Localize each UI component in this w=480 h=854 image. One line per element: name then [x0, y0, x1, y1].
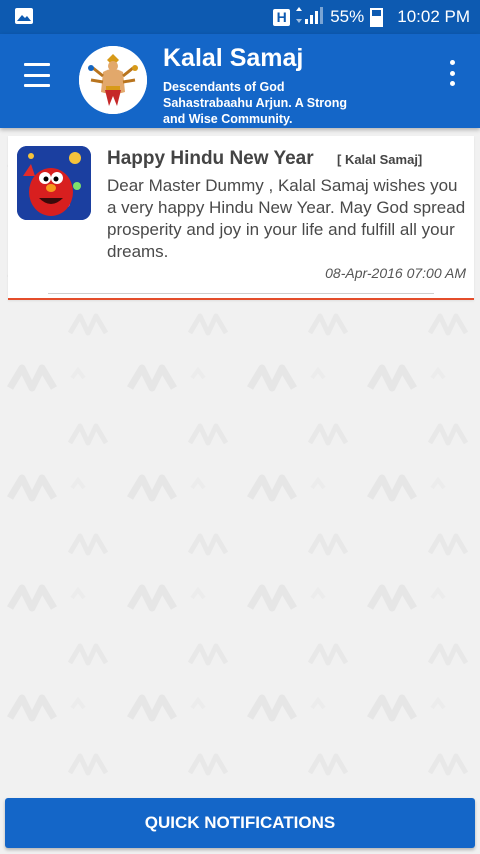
notification-date: 08-Apr-2016 07:00 AM	[325, 265, 466, 281]
battery-icon	[370, 7, 384, 27]
overflow-menu-icon[interactable]	[446, 58, 458, 88]
notification-thumbnail	[17, 146, 91, 220]
status-bar: H 55% 10:02 PM	[0, 0, 480, 34]
status-icons: H 55% 10:02 PM	[273, 0, 470, 34]
network-type-badge: H	[273, 8, 291, 26]
notification-body: Dear Master Dummy , Kalal Samaj wishes y…	[107, 176, 466, 261]
clock: 10:02 PM	[397, 7, 470, 26]
gallery-icon	[14, 7, 34, 30]
menu-icon[interactable]	[22, 60, 52, 90]
app-title: Kalal Samaj	[163, 44, 304, 72]
divider	[48, 293, 434, 294]
notification-tag: [ Kalal Samaj]	[337, 152, 423, 167]
signal-icon	[296, 5, 324, 30]
battery-percent: 55%	[330, 7, 365, 26]
app-bar: Kalal Samaj Descendants of God Sahastrab…	[0, 34, 480, 128]
app-subtitle: Descendants of God Sahastrabaahu Arjun. …	[163, 80, 348, 126]
notification-title: Happy Hindu New Year	[107, 148, 314, 169]
notification-card[interactable]: Happy Hindu New Year [ Kalal Samaj] Dear…	[8, 136, 474, 300]
community-logo	[79, 46, 147, 114]
quick-notifications-button[interactable]: QUICK NOTIFICATIONS	[5, 798, 475, 848]
